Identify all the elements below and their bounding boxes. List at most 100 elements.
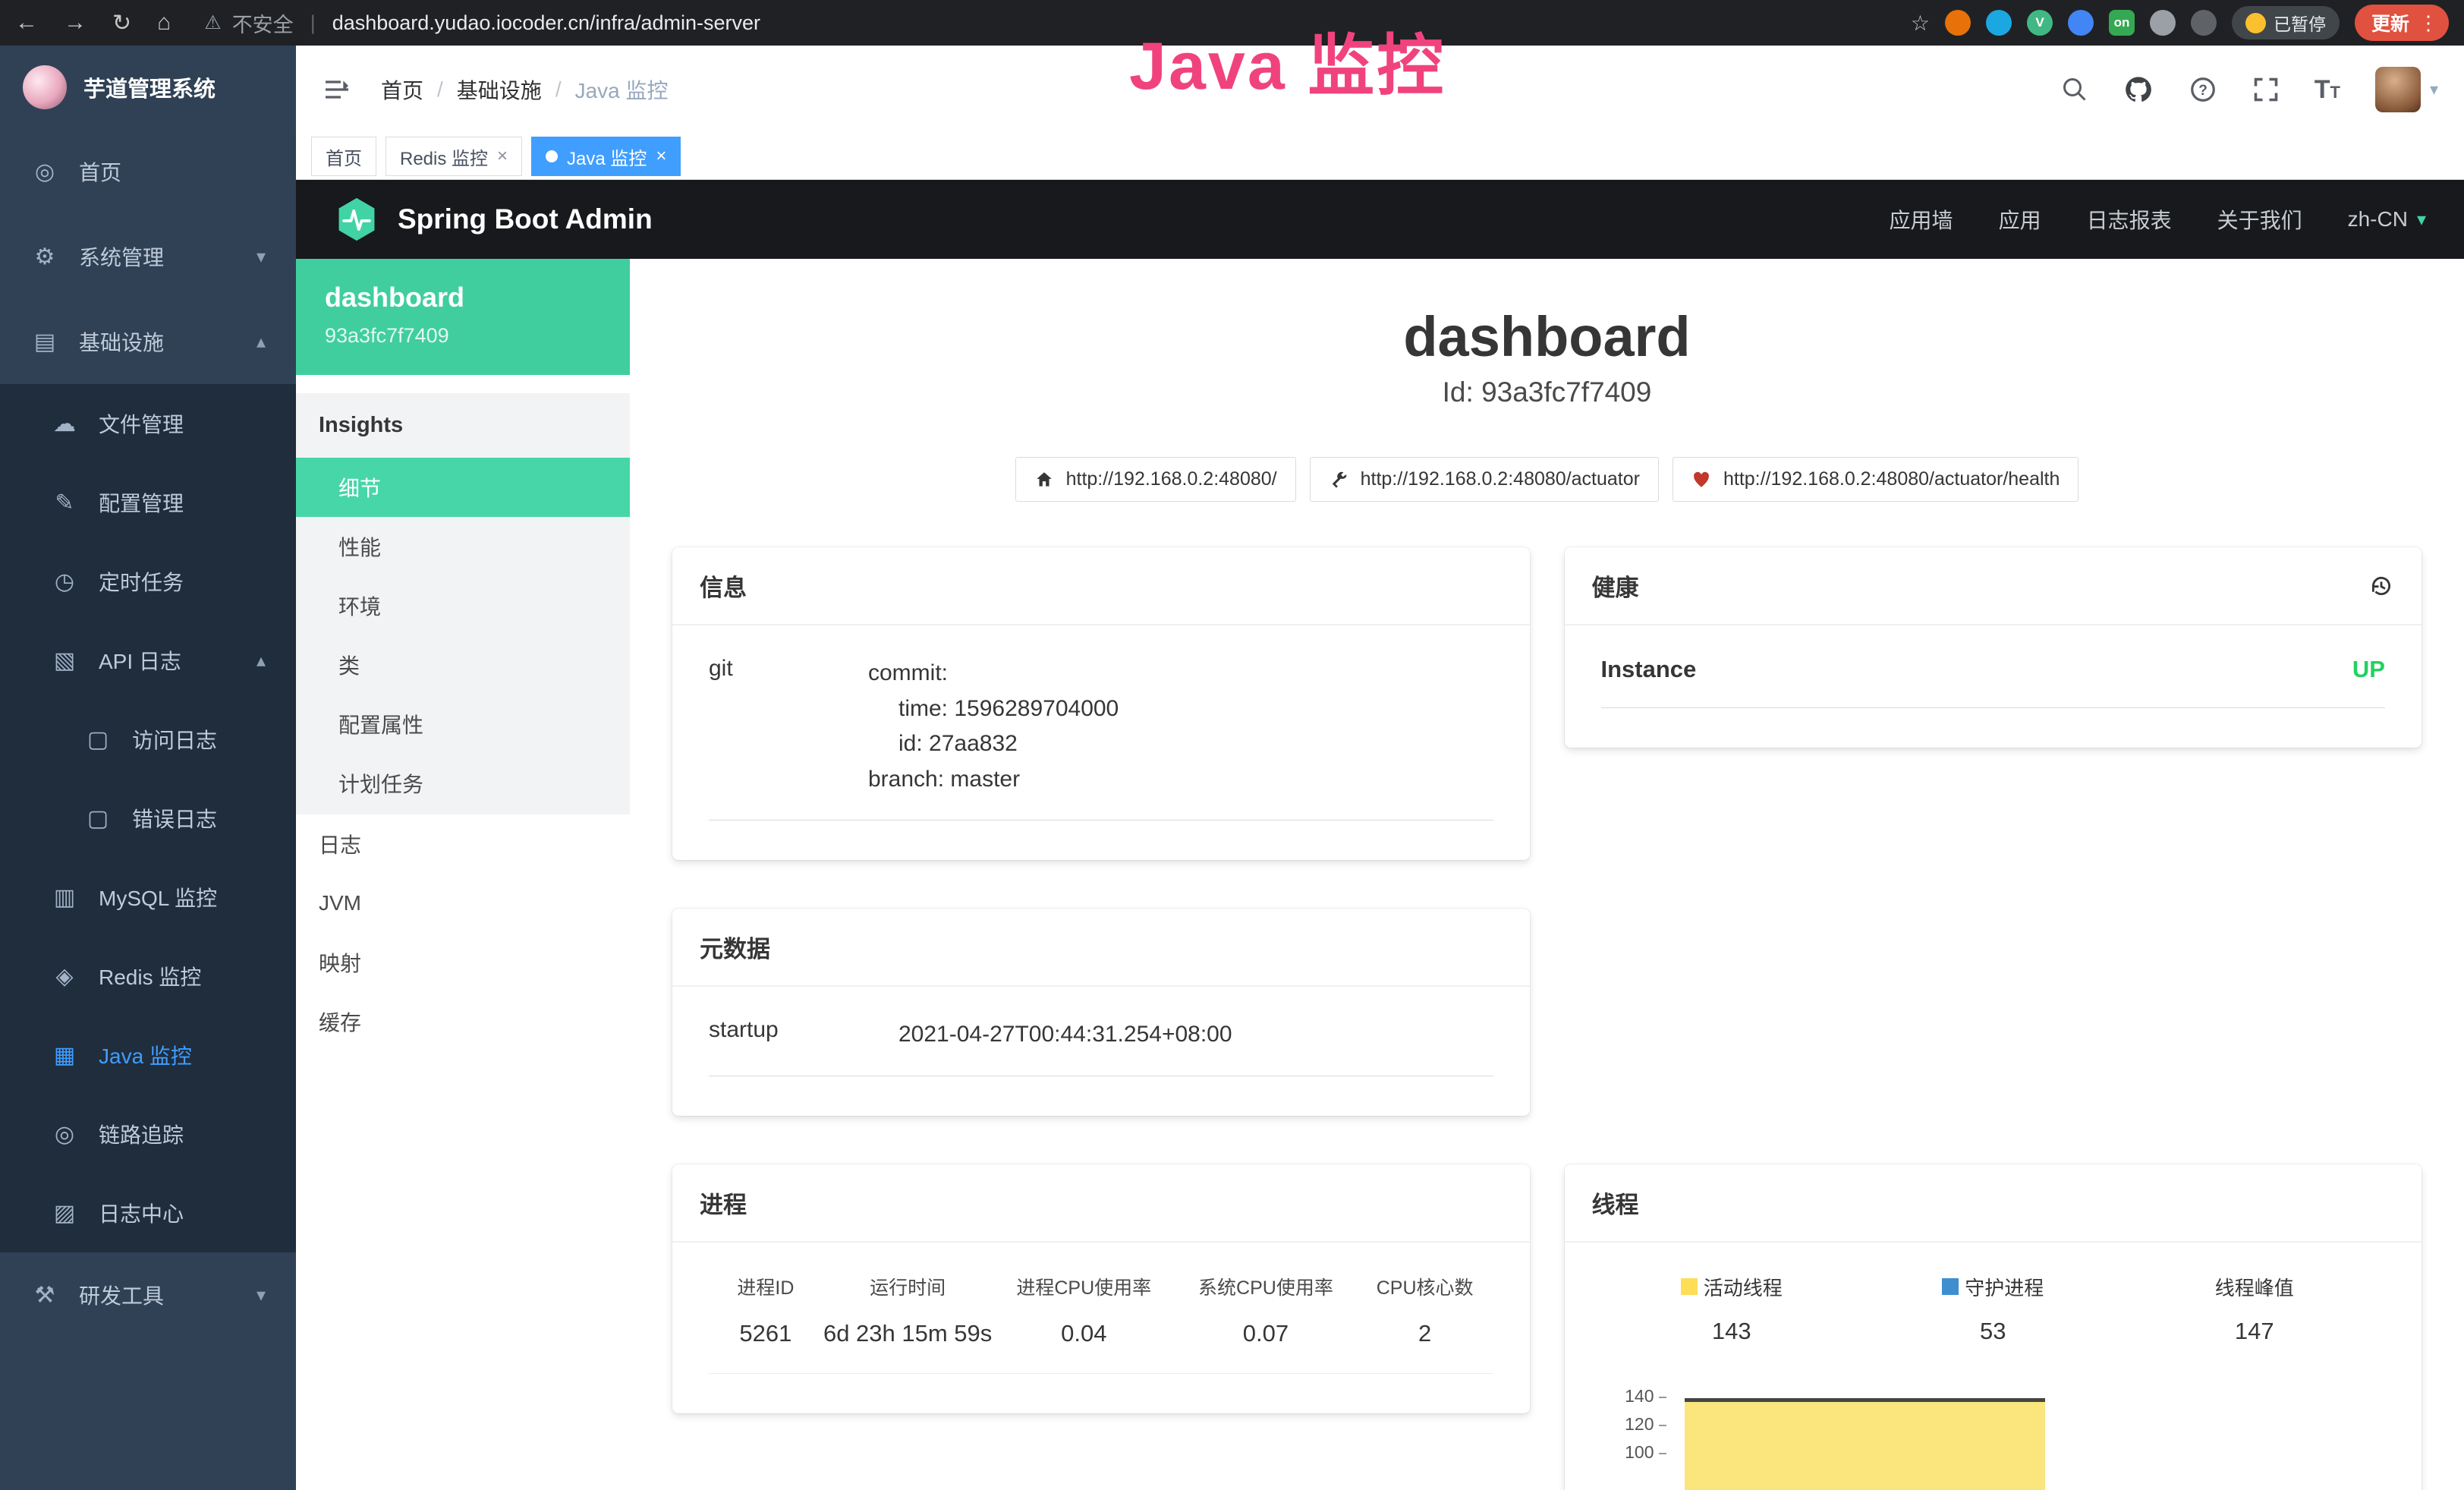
extension-icon[interactable] [1986, 10, 2012, 36]
sba-item-config-props[interactable]: 配置属性 [296, 695, 630, 754]
process-value: 5261 [709, 1320, 823, 1347]
sba-logo-icon [334, 197, 379, 242]
sidebar-item-access-logs[interactable]: ▢ 访问日志 [0, 700, 296, 779]
info-key: git [709, 656, 868, 797]
chevron-up-icon: ▴ [256, 331, 266, 353]
sidebar-item-file-management[interactable]: ☁ 文件管理 [0, 384, 296, 463]
sba-item-caches[interactable]: 缓存 [296, 992, 630, 1051]
toolbox-icon: ⚒ [30, 1282, 59, 1309]
reload-icon[interactable]: ↻ [112, 10, 131, 36]
sba-brand[interactable]: Spring Boot Admin [398, 203, 653, 235]
sba-item-jvm[interactable]: JVM [296, 874, 630, 933]
service-url-link[interactable]: http://192.168.0.2:48080/ [1015, 457, 1296, 502]
process-header: 进程CPU使用率 [993, 1273, 1175, 1300]
sba-nav-about[interactable]: 关于我们 [2217, 204, 2302, 235]
browser-nav: ← → ↻ ⌂ [15, 10, 171, 36]
bookmark-star-icon[interactable]: ☆ [1911, 11, 1930, 36]
sba-item-details[interactable]: 细节 [296, 458, 630, 517]
health-url-link[interactable]: http://192.168.0.2:48080/actuator/health [1673, 457, 2079, 502]
browser-home-icon[interactable]: ⌂ [157, 10, 171, 36]
legend-label: 守护进程 [1965, 1273, 2044, 1301]
close-icon[interactable]: × [656, 146, 666, 167]
hamburger-icon[interactable] [322, 74, 352, 105]
service-url-text: http://192.168.0.2:48080/ [1066, 468, 1277, 490]
sba-nav-wallboard[interactable]: 应用墙 [1890, 204, 1953, 235]
sidebar-item-config-management[interactable]: ✎ 配置管理 [0, 463, 296, 542]
sba-item-classes[interactable]: 类 [296, 635, 630, 695]
extension-icon[interactable]: on [2109, 10, 2135, 36]
user-menu[interactable]: ▾ [2375, 67, 2438, 112]
sidebar-item-label: 访问日志 [132, 724, 217, 754]
fullscreen-icon[interactable] [2252, 76, 2280, 103]
sidebar-item-label: MySQL 监控 [99, 882, 217, 912]
health-instance-label: Instance [1601, 656, 1697, 683]
threads-card-title: 线程 [1565, 1164, 2422, 1243]
sidebar-item-home[interactable]: ◎ 首页 [0, 129, 296, 214]
metadata-row-startup: startup 2021-04-27T00:44:31.254+08:00 [709, 1017, 1493, 1076]
sba-item-mappings[interactable]: 映射 [296, 933, 630, 992]
sidebar-item-tracing[interactable]: ◎ 链路追踪 [0, 1095, 296, 1173]
app-logo-icon [23, 65, 67, 109]
search-icon[interactable] [2061, 76, 2088, 103]
tag-java-monitor[interactable]: Java 监控 × [531, 137, 681, 176]
extension-icon[interactable] [2068, 10, 2094, 36]
app-logo: 芋道管理系统 [0, 46, 296, 129]
address-bar[interactable]: ⚠ 不安全 | dashboard.yudao.iocoder.cn/infra… [204, 8, 760, 38]
health-card-body: Instance UP [1565, 625, 2422, 748]
github-icon[interactable] [2123, 74, 2154, 105]
actuator-url-link[interactable]: http://192.168.0.2:48080/actuator [1310, 457, 1659, 502]
sidebar-item-java-monitor[interactable]: ▦ Java 监控 [0, 1016, 296, 1095]
breadcrumb-infrastructure[interactable]: 基础设施 [457, 74, 542, 105]
sba-item-metrics[interactable]: 性能 [296, 517, 630, 576]
database-icon: ▥ [50, 884, 79, 911]
browser-update-button[interactable]: 更新 ⋮ [2355, 5, 2449, 41]
font-size-icon[interactable]: TT [2315, 75, 2340, 105]
actuator-url-text: http://192.168.0.2:48080/actuator [1361, 468, 1640, 490]
sba-nav-applications[interactable]: 应用 [1999, 204, 2041, 235]
sidebar-item-error-logs[interactable]: ▢ 错误日志 [0, 779, 296, 858]
sidebar-item-label: 错误日志 [132, 803, 217, 833]
sba-nav-journal[interactable]: 日志报表 [2087, 204, 2172, 235]
back-icon[interactable]: ← [15, 10, 38, 36]
sidebar-item-label: 定时任务 [99, 566, 184, 597]
monitor-icon: ▤ [30, 329, 59, 355]
close-icon[interactable]: × [497, 146, 508, 167]
sba-item-environment[interactable]: 环境 [296, 576, 630, 635]
breadcrumb-home[interactable]: 首页 [381, 74, 423, 105]
sidebar-item-system-management[interactable]: ⚙ 系统管理 ▾ [0, 214, 296, 299]
sba-language-select[interactable]: zh-CN ▾ [2348, 207, 2426, 232]
breadcrumb: 首页 / 基础设施 / Java 监控 [381, 74, 669, 105]
sidebar-item-log-center[interactable]: ▨ 日志中心 [0, 1173, 296, 1252]
sidebar-item-scheduled-tasks[interactable]: ◷ 定时任务 [0, 542, 296, 621]
legend-label: 活动线程 [1704, 1273, 1783, 1301]
chevron-down-icon: ▾ [256, 246, 266, 268]
extension-icon[interactable] [2191, 10, 2217, 36]
annotation-text: Java 监控 [1129, 12, 1446, 109]
sba-item-logs[interactable]: 日志 [296, 814, 630, 874]
help-icon[interactable]: ? [2189, 75, 2217, 104]
threads-legend: 活动线程 143 守护进程 [1601, 1273, 2386, 1345]
sba-instance-block[interactable]: dashboard 93a3fc7f7409 [296, 259, 630, 375]
document-icon: ▧ [50, 647, 79, 674]
profile-paused-chip[interactable]: 已暂停 [2232, 6, 2340, 39]
history-icon[interactable] [2368, 573, 2394, 599]
extension-icon[interactable] [2150, 10, 2176, 36]
sidebar-item-mysql-monitor[interactable]: ▥ MySQL 监控 [0, 858, 296, 937]
sidebar-item-label: 日志中心 [99, 1198, 184, 1228]
extension-icon[interactable] [1945, 10, 1971, 36]
extension-icon[interactable]: V [2027, 10, 2053, 36]
chevron-down-icon: ▾ [2417, 209, 2426, 231]
layers-icon: ◈ [50, 963, 79, 990]
tag-home[interactable]: 首页 [311, 137, 376, 176]
sidebar-item-infrastructure[interactable]: ▤ 基础设施 ▴ [0, 299, 296, 384]
sba-item-scheduled-tasks[interactable]: 计划任务 [296, 754, 630, 813]
sidebar-item-label: 配置管理 [99, 487, 184, 518]
sidebar-item-dev-tools[interactable]: ⚒ 研发工具 ▾ [0, 1252, 296, 1337]
sidebar-item-api-logs[interactable]: ▧ API 日志 ▴ [0, 621, 296, 700]
git-commit-line: commit: [868, 656, 1119, 691]
tag-redis-monitor[interactable]: Redis 监控 × [385, 137, 522, 176]
forward-icon[interactable]: → [64, 10, 87, 36]
sidebar-item-redis-monitor[interactable]: ◈ Redis 监控 [0, 937, 296, 1016]
health-instance-row: Instance UP [1601, 656, 2386, 708]
health-card: 健康 Instance UP [1565, 547, 2422, 748]
